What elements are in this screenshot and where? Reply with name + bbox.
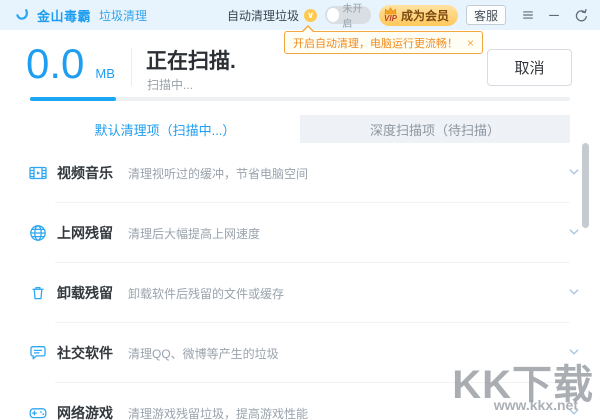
- chevron-down-icon[interactable]: [565, 403, 585, 420]
- customer-service-button[interactable]: 客服: [466, 5, 506, 25]
- divider: [131, 48, 132, 86]
- scan-size-value: 0.0: [26, 40, 84, 88]
- scan-status-title: 正在扫描.: [146, 45, 236, 75]
- trash-icon: [28, 283, 48, 303]
- list-item-title: 社交软件: [57, 343, 113, 363]
- globe-icon: [28, 223, 48, 243]
- chevron-down-icon[interactable]: [565, 283, 585, 303]
- menu-icon[interactable]: [518, 5, 538, 25]
- become-member-label: 成为会员: [401, 7, 449, 24]
- tooltip-text: 开启自动清理，电脑运行更流畅！: [293, 35, 458, 51]
- scrollbar[interactable]: [582, 143, 589, 228]
- page-title: 垃圾清理: [99, 7, 147, 24]
- minimize-icon[interactable]: [544, 5, 564, 25]
- brand: 金山毒霸 垃圾清理: [14, 4, 147, 26]
- list-item-desc: 清理视听过的缓冲，节省电脑空间: [128, 165, 308, 182]
- tab-bar: 默认清理项（扫描中...） 深度扫描项（待扫描）: [30, 115, 570, 143]
- scan-progress-bar: [30, 97, 570, 101]
- title-bar: 金山毒霸 垃圾清理 自动清理垃圾 ∨ 未开启 VIP 成为会员 客服: [0, 0, 600, 30]
- vip-crown-icon: VIP: [384, 7, 397, 23]
- list-item-title: 视频音乐: [57, 163, 113, 183]
- auto-clean-tooltip: 开启自动清理，电脑运行更流畅！ ×: [284, 31, 483, 54]
- progress-fill: [30, 97, 116, 101]
- film-icon: [28, 163, 48, 183]
- become-member-button[interactable]: VIP 成为会员: [379, 5, 458, 26]
- app-name: 金山毒霸: [37, 6, 91, 25]
- back-icon[interactable]: [570, 5, 590, 25]
- list-item-online-games[interactable]: 网络游戏 清理游戏残留垃圾，提高游戏性能: [0, 383, 600, 420]
- scan-size-unit: MB: [95, 66, 115, 81]
- list-item-uninstall-residue[interactable]: 卸载残留 卸载软件后残留的文件或缓存: [0, 263, 600, 323]
- scan-size: 0.0 MB: [26, 40, 115, 88]
- tab-deep-scan[interactable]: 深度扫描项（待扫描）: [300, 115, 570, 143]
- chat-bubble-icon: [28, 343, 48, 363]
- list-item-desc: 清理游戏残留垃圾，提高游戏性能: [128, 405, 308, 420]
- cancel-button[interactable]: 取消: [487, 49, 572, 86]
- auto-clean-dropdown-icon[interactable]: ∨: [304, 9, 317, 22]
- chevron-down-icon[interactable]: [565, 343, 585, 363]
- toggle-knob: [327, 8, 339, 22]
- list-item-internet-residue[interactable]: 上网残留 清理后大幅提高上网速度: [0, 203, 600, 263]
- list-item-desc: 清理后大幅提高上网速度: [128, 225, 260, 242]
- gamepad-icon: [28, 403, 48, 420]
- list-item-title: 上网残留: [57, 223, 113, 243]
- app-logo-icon: [14, 4, 31, 26]
- toggle-state-label: 未开启: [342, 0, 369, 30]
- scan-status-subtitle: 扫描中...: [147, 76, 193, 93]
- auto-clean-label: 自动清理垃圾: [227, 7, 299, 24]
- list-item-video-music[interactable]: 视频音乐 清理视听过的缓冲，节省电脑空间: [0, 143, 600, 203]
- auto-clean-toggle[interactable]: 未开启: [325, 6, 371, 24]
- window-controls: [518, 5, 590, 25]
- list-item-desc: 清理QQ、微博等产生的垃圾: [128, 345, 279, 362]
- app-window: 金山毒霸 垃圾清理 自动清理垃圾 ∨ 未开启 VIP 成为会员 客服: [0, 0, 600, 420]
- header-actions: 自动清理垃圾 ∨ 未开启 VIP 成为会员 客服: [227, 5, 590, 26]
- tab-default-clean[interactable]: 默认清理项（扫描中...）: [30, 115, 300, 143]
- list-item-title: 卸载残留: [57, 283, 113, 303]
- list-item-social-software[interactable]: 社交软件 清理QQ、微博等产生的垃圾: [0, 323, 600, 383]
- list-item-title: 网络游戏: [57, 403, 113, 420]
- clean-category-list: 视频音乐 清理视听过的缓冲，节省电脑空间 上网残留 清理后大幅提高上网速度 卸载…: [0, 143, 600, 420]
- list-item-desc: 卸载软件后残留的文件或缓存: [128, 285, 284, 302]
- tooltip-close-icon[interactable]: ×: [467, 36, 474, 50]
